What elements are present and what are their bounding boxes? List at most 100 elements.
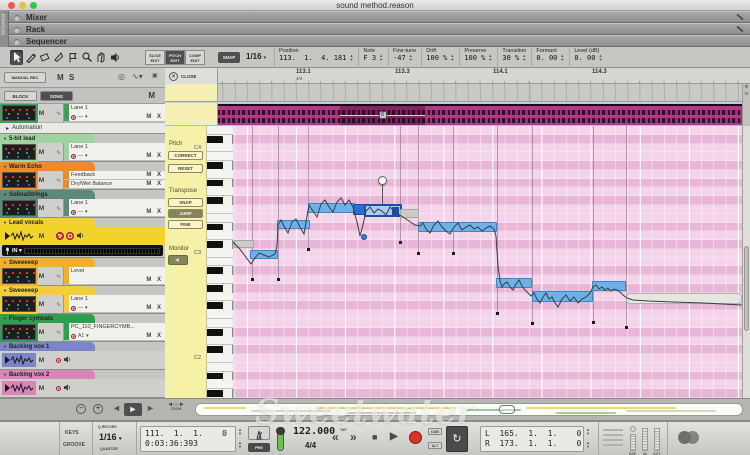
track-name-tab[interactable]: ▼Finger cymbals [0, 314, 95, 323]
track-name-tab[interactable]: ▼SolinaStrings [0, 190, 95, 199]
edit-mode-slice[interactable]: SLICEEDIT [145, 50, 165, 65]
lane-panel[interactable]: Lane 1—▾M X [64, 295, 165, 313]
lane-panel[interactable]: Lane 1—▾M X [64, 104, 165, 122]
track-row[interactable]: ▼Backing vox 2M [0, 370, 165, 398]
manual-rec-button[interactable]: MANUAL REC [4, 72, 46, 83]
pitch-note[interactable] [277, 220, 310, 229]
pitch-anchor-dot[interactable] [592, 321, 595, 324]
field-stepper[interactable]: ▲▼ [450, 54, 454, 61]
lane-record-icon[interactable] [71, 334, 76, 339]
pitch-note-grid[interactable] [233, 126, 742, 398]
quantize-value-dropdown[interactable]: 1/16 ▾ [99, 432, 122, 442]
goto-left-locator-button[interactable]: ◄ [112, 403, 121, 413]
lane-take-value[interactable]: — [78, 305, 83, 311]
lane-take-value[interactable]: A1 [78, 333, 84, 339]
field-value[interactable]: 100 % [426, 54, 447, 62]
transpose-fine-button[interactable]: FINE [168, 220, 203, 229]
piano-keyboard[interactable]: C4C3C2 [207, 126, 233, 398]
white-key[interactable] [207, 152, 233, 161]
field-value[interactable]: 0. 00 [536, 54, 557, 62]
track-collapse-icon[interactable]: ▼ [3, 260, 7, 265]
track-body[interactable]: M∿Lane 1—▾M X [0, 104, 165, 122]
fine-tune-handle[interactable] [378, 176, 387, 185]
expand-icon[interactable]: ▸ [6, 125, 9, 132]
track-collapse-icon[interactable]: ▼ [3, 288, 7, 293]
lane-take-value[interactable]: — [78, 153, 83, 159]
black-key[interactable] [207, 196, 233, 205]
pitch-anchor-dot[interactable] [417, 252, 420, 255]
pencil-tool[interactable] [24, 50, 37, 65]
lane-mute-clear[interactable]: M X [146, 305, 163, 311]
track-name-tab[interactable]: ▼5-bit lead [0, 134, 95, 143]
track-row[interactable]: ▼Warm EchoM∿FeedbackM XDry/Wet BalanceM … [0, 162, 165, 190]
track-body[interactable]: M∿PC_110_FINGERCYMB...A1▾M X [0, 323, 165, 341]
chevron-down-icon[interactable]: ▾ [85, 153, 88, 159]
black-key[interactable] [207, 179, 233, 188]
lane-mute-clear[interactable]: M X [146, 172, 163, 178]
mute-tool[interactable] [66, 50, 79, 65]
field-stepper[interactable]: ▲▼ [379, 54, 383, 61]
pre-count-button[interactable]: PRE [248, 443, 270, 452]
track-body[interactable]: M [0, 351, 165, 369]
track-mute-button[interactable]: M [38, 385, 45, 392]
pitch-note[interactable] [308, 203, 355, 213]
track-automation-icon[interactable]: ∿ [56, 149, 61, 156]
lane-mute-clear[interactable]: M X [146, 333, 163, 339]
track-row[interactable]: ▼SweeeeepM∿Lane 1—▾M X [0, 286, 165, 314]
lane-record-icon[interactable] [71, 154, 76, 159]
fast-forward-button[interactable]: » [350, 430, 357, 444]
chevron-down-icon[interactable]: ▾ [85, 305, 88, 311]
click-button[interactable] [248, 426, 270, 440]
block-lane-cells[interactable] [218, 84, 742, 101]
white-key[interactable] [207, 319, 233, 328]
close-button[interactable]: ✕ CLOSE [165, 68, 218, 84]
timeline-ruler[interactable]: 113.14/4113.3114.1114.3 [218, 68, 742, 84]
pitch-note[interactable] [496, 278, 532, 288]
razor-tool[interactable] [52, 50, 65, 65]
mixer-bar[interactable]: Mixer [9, 11, 750, 23]
pitch-anchor-dot[interactable] [251, 278, 254, 281]
tab-block[interactable]: BLOCK [4, 91, 37, 101]
white-key[interactable] [207, 126, 233, 135]
white-key[interactable]: C2 [207, 354, 233, 363]
track-row[interactable]: M∿Lane 1—▾M X▸Automation [0, 104, 165, 134]
rack-bar[interactable]: Rack [9, 23, 750, 35]
track-row[interactable]: ▼Backing vox 1M [0, 342, 165, 370]
black-key[interactable] [207, 372, 233, 381]
unvoiced-segment[interactable] [400, 209, 419, 218]
field-stepper[interactable]: ▲▼ [522, 54, 526, 61]
track-name-tab[interactable]: ▼Lead vocals [0, 218, 95, 227]
audio-clip-overview[interactable]: 8 [218, 104, 742, 125]
speaker-tool[interactable] [108, 50, 121, 65]
follow-song-button[interactable]: ► [124, 403, 142, 416]
pitch-anchor-dot[interactable] [399, 241, 402, 244]
pitch-reset-button[interactable]: RESET [168, 164, 203, 173]
vertical-scrollbar-thumb[interactable] [744, 246, 749, 331]
record-arm-icon[interactable] [66, 232, 74, 240]
alt-button[interactable]: ALT [428, 442, 442, 449]
eraser-tool[interactable] [38, 50, 51, 65]
white-key[interactable] [207, 205, 233, 214]
unvoiced-segment[interactable] [626, 293, 742, 304]
edit-mode-comp[interactable]: COMPEDIT [185, 50, 205, 65]
time-stepper[interactable]: ▲▼ [238, 441, 242, 448]
white-key[interactable] [207, 363, 233, 372]
strip-zoom-buttons[interactable]: ⊕⊖ [742, 84, 750, 126]
field-value[interactable]: -47 [393, 54, 406, 62]
pitch-anchor-dot[interactable] [625, 326, 628, 329]
pitch-correct-button[interactable]: CORRECT [168, 151, 203, 160]
lane-mute-clear[interactable]: M X [146, 209, 163, 215]
lane-mute-clear[interactable]: M X [146, 181, 163, 187]
pitch-note-selected[interactable] [364, 204, 402, 217]
track-mute-button[interactable]: M [38, 233, 45, 240]
left-locator-stepper[interactable]: ▲▼ [586, 428, 590, 435]
black-key[interactable] [207, 223, 233, 232]
field-stepper[interactable]: ▲▼ [349, 54, 353, 61]
solo-all-label[interactable]: S [69, 73, 74, 82]
lane-panel[interactable]: LevelM X [64, 267, 165, 285]
black-key[interactable] [207, 135, 233, 144]
lane-panel[interactable]: PC_110_FINGERCYMB...A1▾M X [64, 323, 165, 341]
white-key[interactable]: C4 [207, 144, 233, 153]
navigator-view-bracket[interactable] [499, 405, 515, 414]
pitch-anchor-dot[interactable] [277, 278, 280, 281]
